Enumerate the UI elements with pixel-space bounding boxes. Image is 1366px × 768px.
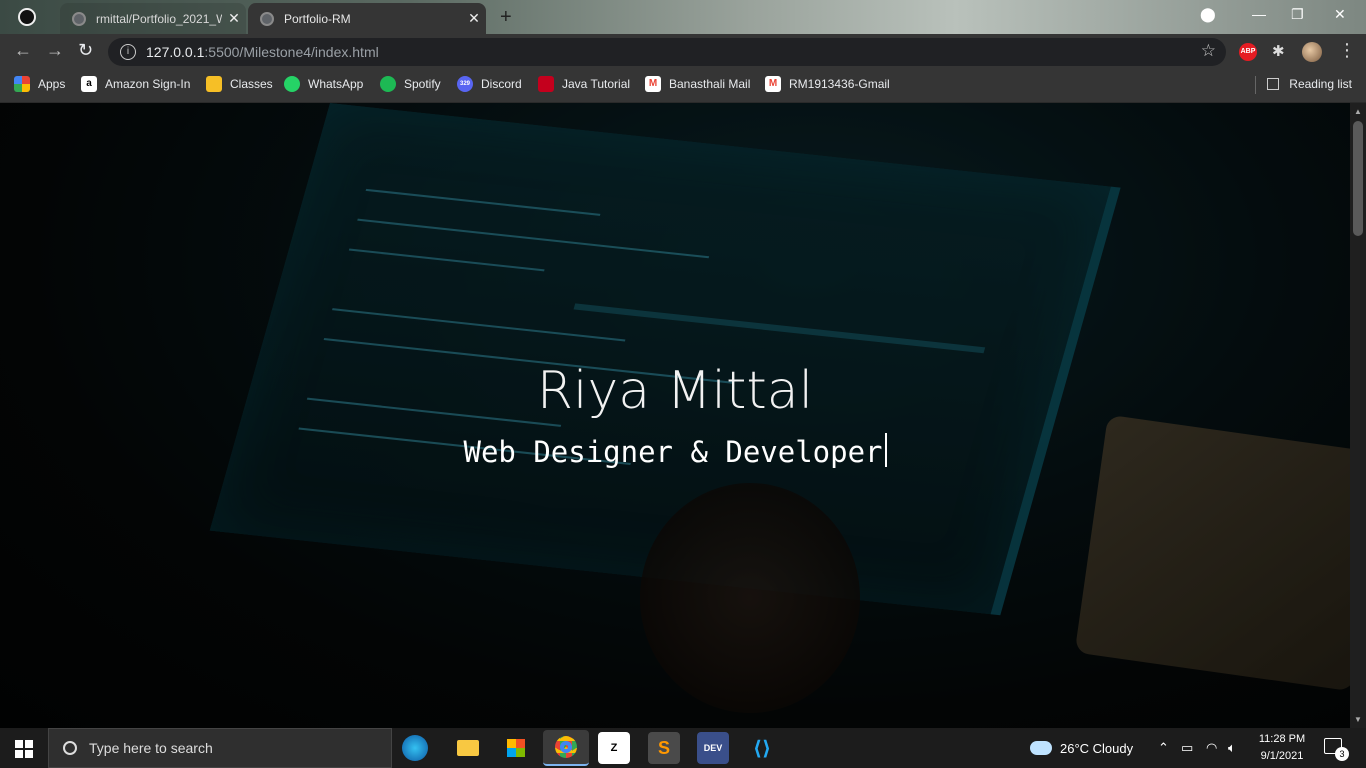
tab-github-repo[interactable]: rmittal/Portfolio_2021_Web-D ✕: [60, 3, 246, 34]
reload-icon[interactable]: ↻: [78, 40, 93, 61]
bookmarks-divider: [1255, 76, 1256, 94]
close-tab-icon[interactable]: ✕: [462, 10, 486, 27]
page-scrollbar[interactable]: ▲ ▼: [1350, 103, 1366, 728]
tab-search-icon[interactable]: ⬤: [1200, 6, 1216, 23]
hero-name: Riya Mittal: [536, 361, 814, 421]
bookmark-rm-gmail[interactable]: M RM1913436-Gmail: [765, 70, 890, 98]
forward-icon[interactable]: →: [46, 40, 64, 61]
bookmark-java-tutorial[interactable]: Java Tutorial: [538, 70, 630, 98]
show-hidden-icons[interactable]: ⌃: [1158, 728, 1169, 768]
bookmarks-bar: Apps a Amazon Sign-In Classes WhatsApp S…: [0, 70, 1366, 103]
browser-toolbar: ← → ↻ i 127.0.0.1:5500/Milestone4/index.…: [0, 34, 1366, 70]
windows-taskbar: Type here to search Z S DEV ⟨⟩ 26°C Clou…: [0, 728, 1366, 768]
minimize-icon[interactable]: —: [1252, 6, 1266, 22]
gmail-icon: M: [765, 76, 781, 92]
address-bar[interactable]: i 127.0.0.1:5500/Milestone4/index.html ☆: [108, 38, 1226, 66]
restore-icon[interactable]: ❐: [1291, 6, 1304, 23]
gmail-icon: M: [645, 76, 661, 92]
close-tab-icon[interactable]: ✕: [222, 10, 246, 27]
menu-kebab-icon[interactable]: ⋮: [1338, 40, 1356, 61]
bookmark-discord[interactable]: 329 Discord: [457, 70, 522, 98]
scroll-down-icon[interactable]: ▼: [1354, 715, 1362, 724]
hero-subtitle: Web Designer & Developer: [0, 433, 1350, 469]
bookmark-classes[interactable]: Classes: [206, 70, 273, 98]
bookmark-banasthali-mail[interactable]: M Banasthali Mail: [645, 70, 750, 98]
scrollbar-thumb[interactable]: [1353, 121, 1363, 236]
zeal-app-icon[interactable]: Z: [598, 732, 630, 764]
file-explorer-icon[interactable]: [452, 732, 484, 764]
github-icon[interactable]: [18, 8, 36, 26]
adblock-plus-icon[interactable]: ABP: [1239, 43, 1257, 61]
extensions-puzzle-icon[interactable]: ✱: [1272, 42, 1285, 60]
amazon-icon: a: [81, 76, 97, 92]
bookmark-whatsapp[interactable]: WhatsApp: [284, 70, 363, 98]
spotify-icon: [380, 76, 396, 92]
google-classroom-icon: [206, 76, 222, 92]
search-placeholder: Type here to search: [89, 740, 213, 756]
scroll-up-icon[interactable]: ▲: [1354, 107, 1362, 116]
profile-avatar[interactable]: [1302, 42, 1322, 62]
tab-favicon-icon: [260, 11, 274, 26]
new-tab-button[interactable]: +: [500, 6, 512, 29]
typing-caret: [884, 433, 887, 467]
dev-cpp-icon[interactable]: DEV: [697, 732, 729, 764]
close-window-icon[interactable]: ✕: [1334, 6, 1346, 23]
hero-section: Riya Mittal Web Designer & Developer: [0, 103, 1350, 728]
url-text[interactable]: 127.0.0.1:5500/Milestone4/index.html: [146, 44, 379, 60]
cloud-icon: [1030, 741, 1052, 755]
bookmark-amazon[interactable]: a Amazon Sign-In: [81, 70, 190, 98]
bookmark-star-icon[interactable]: ☆: [1201, 41, 1216, 61]
volume-icon[interactable]: 🔈︎: [1228, 728, 1236, 768]
wifi-icon[interactable]: ◠: [1206, 728, 1217, 768]
battery-icon[interactable]: ▭: [1181, 728, 1193, 768]
chrome-icon[interactable]: [543, 730, 589, 766]
notification-badge: 3: [1335, 747, 1349, 761]
browser-tab-strip: rmittal/Portfolio_2021_Web-D ✕ Portfolio…: [0, 0, 1366, 34]
notification-center-icon[interactable]: 3: [1324, 738, 1349, 761]
weather-widget[interactable]: 26°C Cloudy: [1030, 728, 1133, 768]
vscode-icon[interactable]: ⟨⟩: [746, 732, 778, 764]
tab-title: Portfolio-RM: [284, 11, 351, 26]
search-icon: [63, 741, 77, 755]
tab-portfolio[interactable]: Portfolio-RM ✕: [248, 3, 486, 34]
windows-start-icon[interactable]: [15, 740, 33, 758]
tab-title: rmittal/Portfolio_2021_Web-D: [96, 11, 222, 26]
whatsapp-icon: [284, 76, 300, 92]
discord-icon: 329: [457, 76, 473, 92]
microsoft-store-icon[interactable]: [500, 732, 532, 764]
taskbar-search[interactable]: Type here to search: [48, 728, 392, 768]
sublime-text-icon[interactable]: S: [648, 732, 680, 764]
java-tutorial-icon: [538, 76, 554, 92]
reading-list-icon: [1267, 78, 1280, 90]
apps-grid-icon: [14, 76, 30, 92]
edge-icon[interactable]: [402, 735, 428, 761]
site-info-icon[interactable]: i: [120, 44, 136, 60]
tab-favicon-icon: [72, 11, 86, 26]
back-icon[interactable]: ←: [14, 40, 32, 61]
reading-list-button[interactable]: Reading list: [1267, 70, 1352, 98]
taskbar-clock[interactable]: 11:28 PM 9/1/2021: [1254, 731, 1310, 765]
bookmark-spotify[interactable]: Spotify: [380, 70, 441, 98]
bookmark-apps[interactable]: Apps: [14, 70, 65, 98]
